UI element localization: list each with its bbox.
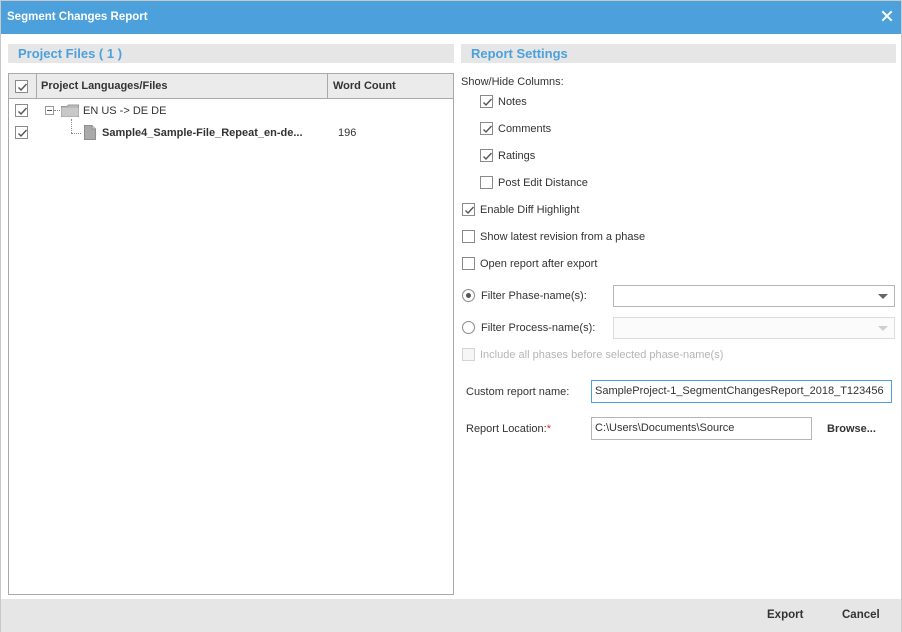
grid-header: Project Languages/Files Word Count	[9, 74, 453, 99]
project-files-header: Project Files ( 1 )	[8, 44, 454, 63]
language-pair-label: EN US -> DE DE	[83, 105, 167, 117]
custom-report-name-label: Custom report name:	[466, 386, 570, 398]
notes-label: Notes	[498, 96, 527, 108]
file-checkbox[interactable]	[15, 126, 28, 139]
cancel-button[interactable]: Cancel	[842, 609, 880, 621]
chevron-down-icon	[878, 294, 888, 299]
browse-button[interactable]: Browse...	[827, 423, 876, 435]
filter-process-radio[interactable]	[462, 321, 475, 334]
column-header-word-count[interactable]: Word Count	[333, 80, 396, 92]
enable-diff-highlight-checkbox[interactable]	[462, 203, 475, 216]
custom-report-name-input[interactable]: SampleProject-1_SegmentChangesReport_201…	[591, 380, 892, 403]
post-edit-distance-label: Post Edit Distance	[498, 177, 588, 189]
comments-checkbox[interactable]	[480, 122, 493, 135]
report-location-label: Report Location:*	[466, 423, 551, 435]
notes-checkbox[interactable]	[480, 95, 493, 108]
filter-process-label: Filter Process-name(s):	[481, 322, 596, 334]
open-report-after-export-checkbox[interactable]	[462, 257, 475, 270]
file-word-count: 196	[338, 127, 357, 139]
enable-diff-highlight-label: Enable Diff Highlight	[480, 204, 580, 216]
chevron-down-icon	[878, 326, 888, 331]
ratings-checkbox[interactable]	[480, 149, 493, 162]
report-location-input[interactable]: C:\Users\Documents\Source	[591, 417, 812, 440]
post-edit-distance-checkbox[interactable]	[480, 176, 493, 189]
language-pair-checkbox[interactable]	[15, 104, 28, 117]
report-settings-header: Report Settings	[461, 44, 896, 63]
comments-label: Comments	[498, 123, 552, 135]
show-latest-revision-checkbox[interactable]	[462, 230, 475, 243]
segment-changes-report-dialog: Segment Changes Report Project Files ( 1…	[0, 0, 902, 632]
dialog-title: Segment Changes Report	[7, 11, 148, 23]
filter-phase-label: Filter Phase-name(s):	[481, 290, 587, 302]
include-all-phases-label: Include all phases before selected phase…	[480, 349, 724, 361]
project-files-grid: Project Languages/Files Word Count EN US…	[8, 73, 454, 595]
column-header-languages-files[interactable]: Project Languages/Files	[41, 80, 168, 92]
show-hide-columns-label: Show/Hide Columns:	[461, 76, 564, 88]
select-all-checkbox[interactable]	[15, 80, 28, 93]
open-report-after-export-label: Open report after export	[480, 258, 598, 270]
close-icon[interactable]	[880, 9, 894, 23]
ratings-label: Ratings	[498, 150, 536, 162]
document-icon	[84, 125, 96, 143]
folder-icon	[61, 104, 79, 120]
dialog-titlebar: Segment Changes Report	[1, 1, 901, 34]
collapse-icon[interactable]	[45, 106, 54, 115]
required-mark: *	[546, 423, 551, 435]
include-all-phases-checkbox[interactable]	[462, 348, 475, 361]
dialog-footer: Export Cancel	[1, 599, 901, 632]
file-name: Sample4_Sample-File_Repeat_en-de...	[102, 127, 303, 139]
export-button[interactable]: Export	[767, 609, 803, 621]
show-latest-revision-label: Show latest revision from a phase	[480, 231, 646, 243]
filter-phase-radio[interactable]	[462, 289, 475, 302]
filter-process-select[interactable]	[613, 317, 895, 339]
filter-phase-select[interactable]	[613, 285, 895, 307]
